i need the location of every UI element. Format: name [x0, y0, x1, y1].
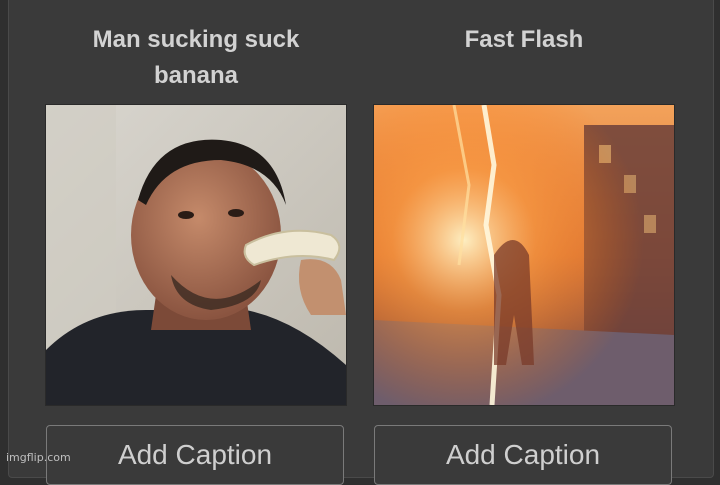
template-title[interactable]: Man sucking suck banana: [46, 22, 346, 94]
add-caption-button[interactable]: Add Caption: [374, 425, 672, 485]
template-thumbnail[interactable]: animated: [374, 105, 674, 405]
thumbnail-image: [374, 105, 674, 405]
template-title-line1: Man sucking suck: [92, 26, 300, 53]
template-title[interactable]: Fast Flash: [374, 22, 674, 58]
thumbnail-image: [46, 105, 346, 405]
template-thumbnail[interactable]: animated: [46, 105, 346, 405]
imgflip-watermark: imgflip.com: [6, 451, 71, 464]
template-title-line2: banana: [153, 62, 239, 89]
template-title-line1: Fast Flash: [464, 26, 584, 53]
add-caption-button[interactable]: Add Caption: [46, 425, 344, 485]
